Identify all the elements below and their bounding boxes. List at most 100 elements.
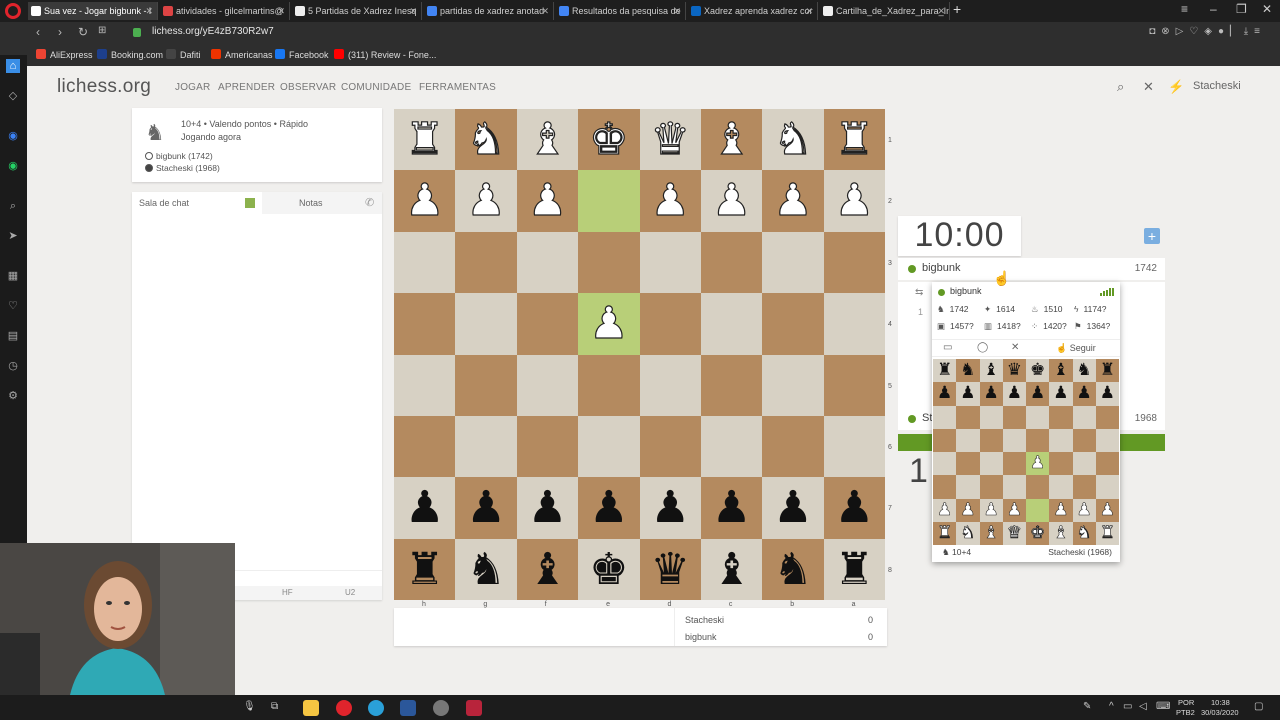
white-piece-icon[interactable]: ♞: [455, 109, 516, 170]
bookmark-dafiti[interactable]: Dafiti: [166, 49, 201, 60]
ime-icon[interactable]: ⌨: [1156, 701, 1170, 712]
challenge-icon[interactable]: ✕: [1143, 79, 1154, 95]
browser-tab[interactable]: atividades - gilcelmartins@ ✕: [160, 2, 290, 20]
board-square[interactable]: [516, 231, 579, 294]
board-square[interactable]: [700, 293, 763, 355]
browser-tab[interactable]: partidas de xadrez anotad ✕: [424, 2, 554, 20]
black-piece-icon[interactable]: ♟: [640, 477, 701, 538]
tab-notes[interactable]: Notas: [299, 198, 323, 208]
new-tab-button[interactable]: +: [953, 1, 961, 17]
notifications-icon[interactable]: ▢: [1254, 701, 1263, 712]
microphone-icon[interactable]: 🎙: [243, 701, 256, 712]
browser-tab[interactable]: Cartilha_de_Xadrez_para_In ✕: [820, 2, 950, 20]
board-square[interactable]: [455, 231, 517, 294]
board-square[interactable]: [639, 293, 701, 355]
nav-jogar[interactable]: JOGAR: [175, 82, 210, 93]
url-field[interactable]: lichess.org/yE4zB730R2w7: [152, 26, 274, 37]
black-piece-icon[interactable]: ♝: [701, 539, 762, 600]
board-square[interactable]: [823, 293, 885, 355]
chat-toggle[interactable]: [245, 198, 255, 208]
board-square[interactable]: [394, 231, 456, 294]
back-button[interactable]: ‹: [36, 25, 40, 39]
board-square[interactable]: [762, 231, 824, 294]
board-square[interactable]: [516, 293, 579, 355]
bookmark-americanas[interactable]: Americanas: [211, 49, 273, 60]
history-icon[interactable]: ◷: [6, 359, 20, 373]
task-view-icon[interactable]: ⧉: [271, 701, 278, 712]
phone-icon[interactable]: ✆: [365, 196, 374, 209]
white-player[interactable]: bigbunk (1742): [145, 151, 213, 161]
popup-username[interactable]: bigbunk: [950, 286, 982, 296]
board-square[interactable]: [394, 415, 456, 478]
notifications-off-icon[interactable]: ⚡: [1168, 79, 1184, 95]
board-square[interactable]: [639, 231, 701, 294]
black-piece-icon[interactable]: ♝: [517, 539, 578, 600]
black-piece-icon[interactable]: ♛: [640, 539, 701, 600]
white-piece-icon[interactable]: ♟: [701, 170, 762, 231]
browser-tab[interactable]: Sua vez - Jogar bigbunk - l ✕: [28, 2, 158, 20]
white-piece-icon[interactable]: ♝: [701, 109, 762, 170]
close-tab-icon[interactable]: ✕: [805, 2, 813, 20]
black-piece-icon[interactable]: ♜: [824, 539, 885, 600]
nav-observar[interactable]: OBSERVAR: [280, 82, 336, 93]
browser-tab[interactable]: 5 Partidas de Xadrez Inesq ✕: [292, 2, 422, 20]
language-indicator[interactable]: POR: [1178, 698, 1194, 707]
close-tab-icon[interactable]: ✕: [937, 2, 945, 20]
board-square[interactable]: [516, 354, 579, 416]
browser-tab[interactable]: Resultados da pesquisa de ✕: [556, 2, 686, 20]
board-square[interactable]: [578, 231, 640, 294]
close-tab-icon[interactable]: ✕: [541, 2, 549, 20]
preset-hf[interactable]: HF: [282, 588, 293, 597]
black-piece-icon[interactable]: ♟: [701, 477, 762, 538]
bookmark-aliexpress[interactable]: AliExpress: [36, 49, 93, 60]
board-square[interactable]: [578, 415, 640, 478]
white-piece-icon[interactable]: ♟: [578, 293, 639, 354]
board-square[interactable]: [762, 415, 824, 478]
board-square[interactable]: [455, 354, 517, 416]
black-piece-icon[interactable]: ♟: [824, 477, 885, 538]
white-piece-icon[interactable]: ♟: [455, 170, 516, 231]
black-player[interactable]: Stacheski (1968): [145, 163, 220, 173]
board-square[interactable]: [823, 415, 885, 478]
board-square[interactable]: [639, 354, 701, 416]
board-square[interactable]: [516, 415, 579, 478]
add-time-button[interactable]: +: [1144, 228, 1160, 244]
whatsapp-icon[interactable]: ◉: [6, 159, 20, 173]
white-piece-icon[interactable]: ♚: [578, 109, 639, 170]
opera-taskbar-icon[interactable]: [336, 700, 352, 716]
black-piece-icon[interactable]: ♟: [578, 477, 639, 538]
white-piece-icon[interactable]: ♝: [517, 109, 578, 170]
black-piece-icon[interactable]: ♜: [394, 539, 455, 600]
settings-icon[interactable]: ⚙: [6, 389, 20, 403]
network-icon[interactable]: ▭: [1123, 701, 1132, 712]
speed-dial-icon[interactable]: ⊞: [98, 25, 106, 36]
close-tab-icon[interactable]: ✕: [409, 2, 417, 20]
volume-icon[interactable]: ◁: [1139, 701, 1147, 712]
site-logo[interactable]: lichess.org: [57, 76, 151, 98]
close-tab-icon[interactable]: ✕: [145, 2, 153, 20]
flip-board-icon[interactable]: ⇆: [915, 287, 923, 298]
clock-time[interactable]: 10:38: [1211, 698, 1230, 707]
search-icon[interactable]: ⌕: [6, 199, 20, 213]
black-piece-icon[interactable]: ♟: [394, 477, 455, 538]
close-tab-icon[interactable]: ✕: [673, 2, 681, 20]
close-tab-icon[interactable]: ✕: [277, 2, 285, 20]
browser-tab[interactable]: Xadrez aprenda xadrez cor ✕: [688, 2, 818, 20]
black-piece-icon[interactable]: ♟: [762, 477, 823, 538]
tab-menu-icon[interactable]: ≡: [1181, 2, 1188, 16]
white-piece-icon[interactable]: ♟: [517, 170, 578, 231]
board-square[interactable]: [700, 415, 763, 478]
white-piece-icon[interactable]: ♜: [824, 109, 885, 170]
white-piece-icon[interactable]: ♟: [640, 170, 701, 231]
white-piece-icon[interactable]: ♛: [640, 109, 701, 170]
user-menu[interactable]: Stacheski: [1193, 80, 1241, 92]
home-icon[interactable]: ⌂: [6, 59, 20, 73]
board-square[interactable]: [700, 231, 763, 294]
tray-up-icon[interactable]: ^: [1109, 701, 1114, 712]
video-app-icon[interactable]: [466, 700, 482, 716]
bookmark-youtube[interactable]: (311) Review - Fone...: [334, 49, 436, 60]
bookmark-facebook[interactable]: Facebook: [275, 49, 329, 60]
preset-u2[interactable]: U2: [345, 588, 355, 597]
word-icon[interactable]: [400, 700, 416, 716]
pen-icon[interactable]: ✎: [1083, 701, 1091, 712]
